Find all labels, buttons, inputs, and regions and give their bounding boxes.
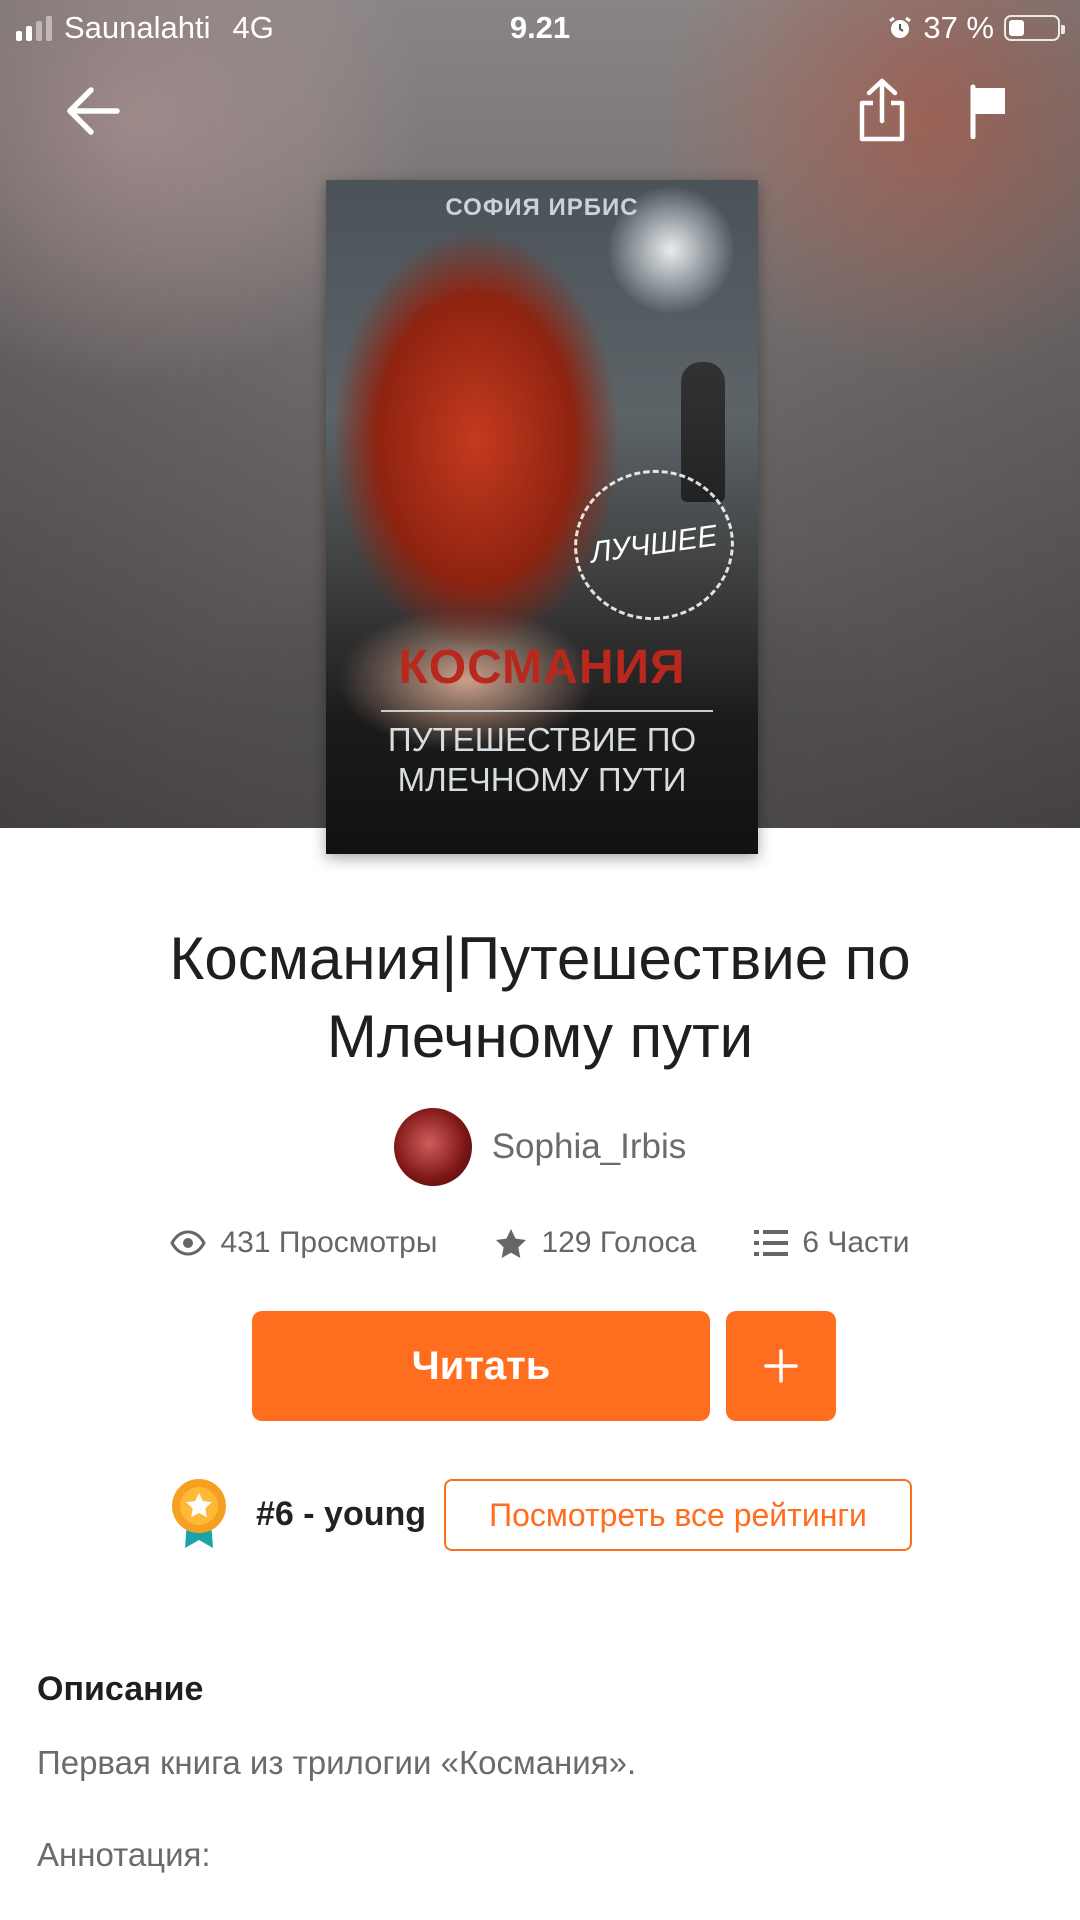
cover-subtitle-line1: ПУТЕШЕСТВИЕ ПО: [387, 721, 697, 758]
views-count: 431 Просмотры: [220, 1226, 438, 1259]
stat-views: 431 Просмотры: [170, 1226, 437, 1260]
report-button[interactable]: [962, 78, 1016, 144]
book-title-line2: Млечному пути: [326, 1003, 754, 1070]
status-right: 37 %: [887, 10, 1065, 46]
avatar[interactable]: [393, 1108, 472, 1186]
description-heading: Описание: [37, 1670, 204, 1708]
votes-count: 129 Голоса: [541, 1226, 697, 1259]
flag-icon: [970, 84, 1005, 139]
parts-count: 6 Части: [802, 1226, 910, 1259]
annotation-label: Аннотация:: [37, 1836, 211, 1873]
description-text: Первая книга из трилогии «Космания».: [37, 1744, 637, 1781]
medal-icon: [170, 1478, 228, 1550]
cover-divider: [381, 710, 713, 712]
share-icon: [859, 78, 905, 142]
arrow-left-icon: [67, 87, 120, 135]
cover-title: КОСМАНИЯ: [398, 641, 686, 694]
ranking-row: #6 - young: [170, 1478, 426, 1550]
battery-icon: [1004, 15, 1065, 41]
cover-subtitle: ПУТЕШЕСТВИЕ ПО МЛЕЧНОМУ ПУТИ: [326, 720, 758, 800]
add-to-library-button[interactable]: [726, 1311, 836, 1421]
cover-author: СОФИЯ ИРБИС: [445, 194, 639, 221]
battery-percent: 37 %: [923, 10, 994, 45]
share-button[interactable]: [850, 72, 914, 148]
back-button[interactable]: [56, 78, 130, 144]
star-icon: [496, 1229, 527, 1258]
stat-parts: 6 Части: [754, 1226, 910, 1260]
stat-votes: 129 Голоса: [495, 1226, 696, 1260]
book-title: Космания|Путешествие по Млечному пути: [60, 920, 1020, 1076]
view-all-rankings-button[interactable]: Посмотреть все рейтинги: [444, 1479, 912, 1551]
list-icon: [754, 1230, 789, 1256]
author-row[interactable]: Sophia_Irbis: [0, 1108, 1080, 1186]
author-name[interactable]: Sophia_Irbis: [492, 1127, 687, 1167]
plus-icon: [764, 1349, 798, 1383]
book-cover[interactable]: СОФИЯ ИРБИС ЛУЧШЕЕ КОСМАНИЯ ПУТЕШЕСТВИЕ …: [326, 180, 758, 854]
cover-subtitle-line2: МЛЕЧНОМУ ПУТИ: [397, 761, 687, 798]
book-title-line1: Космания|Путешествие по: [169, 925, 911, 992]
eye-icon: [170, 1230, 207, 1256]
read-button[interactable]: Читать: [252, 1311, 710, 1421]
status-bar: Saunalahti 4G 9.21 37 %: [0, 0, 1080, 56]
rank-label: #6 - young: [256, 1494, 427, 1533]
alarm-icon: [889, 16, 912, 38]
stats-row: 431 Просмотры 129 Голоса 6 Части: [0, 1226, 1080, 1260]
